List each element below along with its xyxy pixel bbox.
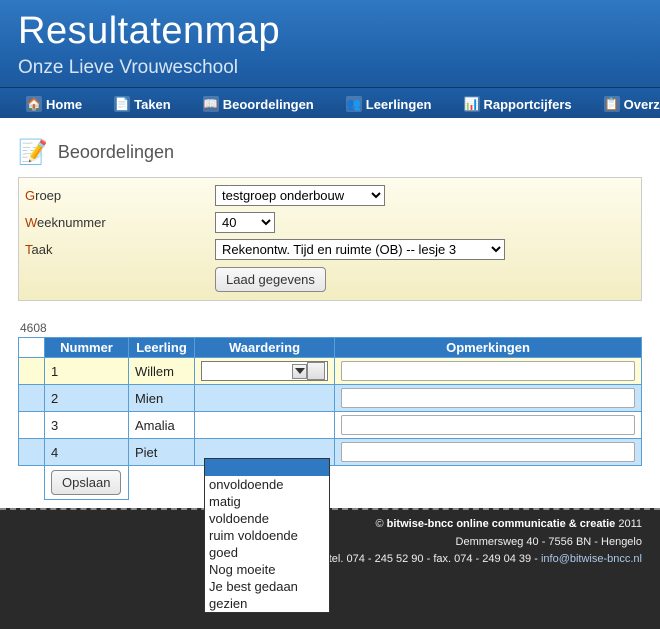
- ico-people-icon: [346, 96, 362, 112]
- results-table: Nummer Leerling Waardering Opmerkingen 1…: [18, 337, 642, 500]
- save-button[interactable]: Opslaan: [51, 470, 121, 495]
- filter-panel: Groep testgroep onderbouw Weeknummer 40 …: [18, 177, 642, 301]
- weeknummer-label: Weeknummer: [25, 215, 215, 230]
- groep-select[interactable]: testgroep onderbouw: [215, 185, 385, 206]
- row-check-cell[interactable]: [19, 439, 45, 466]
- table-row: 4Piet: [19, 439, 642, 466]
- app-header: Resultatenmap Onze Lieve Vrouweschool Ho…: [0, 0, 660, 118]
- cell-waardering: [195, 358, 335, 385]
- table-row: 1Willem: [19, 358, 642, 385]
- table-header-row: Nummer Leerling Waardering Opmerkingen: [19, 338, 642, 358]
- opmerkingen-input[interactable]: [341, 388, 635, 408]
- nav-item-leerlingen[interactable]: Leerlingen: [330, 92, 448, 118]
- nav-item-beoordelingen[interactable]: Beoordelingen: [187, 92, 330, 118]
- waardering-option[interactable]: matig: [205, 493, 329, 510]
- cell-leerling: Amalia: [129, 412, 195, 439]
- section-heading-text: Beoordelingen: [58, 142, 174, 163]
- footer-address: Demmersweg 40 - 7556 BN - Hengelo: [18, 534, 642, 552]
- nav-item-label: Taken: [134, 97, 171, 112]
- col-header-blank: [19, 338, 45, 358]
- taak-label: Taak: [25, 242, 215, 257]
- cell-waardering: [195, 412, 335, 439]
- load-data-button[interactable]: Laad gegevens: [215, 267, 326, 292]
- nav-item-label: Leerlingen: [366, 97, 432, 112]
- page-title: Resultatenmap: [18, 10, 642, 53]
- waardering-option[interactable]: voldoende: [205, 510, 329, 527]
- waardering-option[interactable]: Je best gedaan: [205, 578, 329, 595]
- section-heading: 📝 Beoordelingen: [18, 138, 642, 167]
- cell-opmerkingen: [335, 385, 642, 412]
- cell-nummer: 4: [45, 439, 129, 466]
- row-check-cell[interactable]: [19, 358, 45, 385]
- waardering-option[interactable]: Nog moeite: [205, 561, 329, 578]
- col-header-nummer[interactable]: Nummer: [45, 338, 129, 358]
- waardering-option[interactable]: onvoldoende: [205, 476, 329, 493]
- opmerkingen-input[interactable]: [341, 361, 635, 381]
- nav-item-label: Beoordelingen: [223, 97, 314, 112]
- cell-opmerkingen: [335, 358, 642, 385]
- footer-year: 2011: [615, 518, 642, 530]
- waardering-dropdown-open[interactable]: onvoldoendematigvoldoenderuim voldoendeg…: [204, 458, 330, 613]
- col-header-leerling[interactable]: Leerling: [129, 338, 195, 358]
- taak-select[interactable]: Rekenontw. Tijd en ruimte (OB) -- lesje …: [215, 239, 505, 260]
- nav-item-taken[interactable]: Taken: [98, 92, 187, 118]
- cell-nummer: 1: [45, 358, 129, 385]
- cell-nummer: 2: [45, 385, 129, 412]
- chevron-down-icon: [292, 364, 307, 379]
- cell-nummer: 3: [45, 412, 129, 439]
- ico-home-icon: [26, 96, 42, 112]
- cell-opmerkingen: [335, 412, 642, 439]
- cell-leerling: Willem: [129, 358, 195, 385]
- ico-grid-icon: [604, 96, 620, 112]
- nav-item-label: Rapportcijfers: [484, 97, 572, 112]
- nav-item-label: Home: [46, 97, 82, 112]
- nav-item-overzic[interactable]: Overzic: [588, 92, 660, 118]
- col-header-waardering[interactable]: Waardering: [195, 338, 335, 358]
- footer-phone: tel. 074 - 245 52 90 - fax. 074 - 249 04…: [329, 553, 541, 565]
- nav-item-home[interactable]: Home: [10, 92, 98, 118]
- opmerkingen-input[interactable]: [341, 415, 635, 435]
- cell-waardering: [195, 385, 335, 412]
- record-count: 4608: [20, 321, 642, 335]
- assessment-icon: 📝: [18, 138, 48, 167]
- waardering-option[interactable]: [205, 459, 329, 476]
- ico-book-icon: [203, 96, 219, 112]
- nav-item-label: Overzic: [624, 97, 660, 112]
- row-check-cell[interactable]: [19, 412, 45, 439]
- row-check-cell[interactable]: [19, 385, 45, 412]
- ico-chart-icon: [464, 96, 480, 112]
- nav-item-rapportcijfers[interactable]: Rapportcijfers: [448, 92, 588, 118]
- footer-email-link[interactable]: info@bitwise-bncc.nl: [541, 553, 642, 565]
- cell-leerling: Mien: [129, 385, 195, 412]
- waardering-option[interactable]: goed: [205, 544, 329, 561]
- table-row: 2Mien: [19, 385, 642, 412]
- cell-leerling: Piet: [129, 439, 195, 466]
- footer-copyright-prefix: ©: [375, 518, 386, 530]
- cell-opmerkingen: [335, 439, 642, 466]
- main-nav: Home Taken Beoordelingen Leerlingen Rapportc…: [0, 87, 660, 118]
- waardering-select[interactable]: [201, 361, 328, 381]
- table-row: 3Amalia: [19, 412, 642, 439]
- opmerkingen-input[interactable]: [341, 442, 635, 462]
- ico-doc-icon: [114, 96, 130, 112]
- footer-company: bitwise-bncc online communicatie & creat…: [387, 518, 616, 530]
- main-content: 📝 Beoordelingen Groep testgroep onderbou…: [0, 118, 660, 508]
- page-footer: © bitwise-bncc online communicatie & cre…: [0, 508, 660, 629]
- col-header-opmerkingen[interactable]: Opmerkingen: [335, 338, 642, 358]
- waardering-option[interactable]: ruim voldoende: [205, 527, 329, 544]
- table-footer-row: Opslaan: [19, 466, 642, 500]
- page-subtitle: Onze Lieve Vrouweschool: [18, 57, 642, 79]
- groep-label: Groep: [25, 188, 215, 203]
- weeknummer-select[interactable]: 40: [215, 212, 275, 233]
